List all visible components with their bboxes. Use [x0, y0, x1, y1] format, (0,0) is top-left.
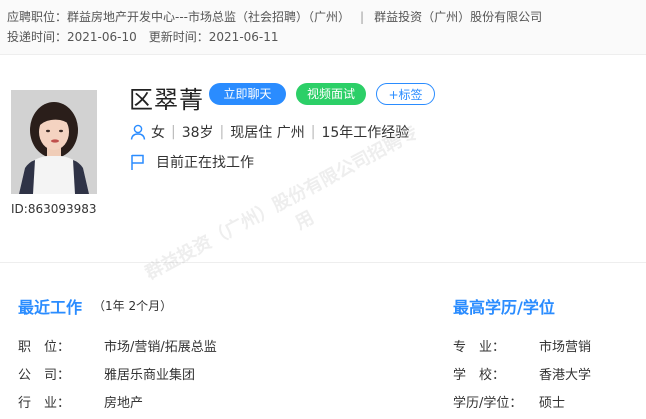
divider: |	[219, 124, 225, 140]
work-position-label: 职 位：	[18, 340, 71, 355]
edu-school-value: 香港大学	[539, 368, 592, 383]
edu-school-label: 学 校：	[453, 368, 506, 383]
delivered-label: 投递时间：	[7, 30, 68, 44]
education-title: 最高学历/学位	[453, 298, 555, 317]
job-status: 目前正在找工作	[129, 152, 254, 172]
updated-value: 2021-06-11	[208, 30, 279, 44]
residence: 现居住 广州	[230, 125, 305, 141]
delivered-value: 2021-06-10	[67, 30, 137, 44]
work-position-value: 市场/营销/拓展总监	[104, 340, 217, 355]
divider-line	[0, 262, 646, 263]
work-industry-value: 房地产	[104, 396, 144, 411]
edu-major-label: 专 业：	[453, 340, 506, 355]
status-text: 目前正在找工作	[156, 155, 254, 171]
time-line: 投递时间：2021-06-10 更新时间：2021-06-11	[7, 28, 279, 45]
work-company-label: 公 司：	[18, 368, 71, 383]
avatar-photo	[11, 90, 97, 194]
basic-info: 女 | 38岁 | 现居住 广州 | 15年工作经验	[129, 122, 409, 142]
divider: |	[171, 124, 176, 140]
recent-work-title: 最近工作	[18, 298, 83, 317]
candidate-id: ID:863093983	[11, 202, 97, 216]
separator: |	[360, 10, 365, 24]
divider: |	[310, 124, 316, 140]
edu-degree-value: 硕士	[539, 396, 566, 411]
recent-work-duration: （1年 2个月）	[93, 299, 173, 313]
updated-label: 更新时间：	[148, 30, 209, 44]
work-company-value: 雅居乐商业集团	[104, 368, 196, 383]
experience: 15年工作经验	[321, 125, 410, 141]
avatar	[11, 90, 97, 194]
work-industry-label: 行 业：	[18, 396, 71, 411]
watermark: 用	[291, 207, 318, 235]
candidate-name: 区翠菁	[129, 86, 204, 114]
application-info-bar: 应聘职位：群益房地产开发中心---市场总监（社会招聘）（广州） | 群益投资（广州）…	[0, 0, 646, 55]
age: 38岁	[181, 125, 214, 141]
add-tag-button[interactable]: +标签	[376, 83, 435, 105]
position-label: 应聘职位：	[7, 10, 68, 24]
position-value: 群益房地产开发中心---市场总监（社会招聘）（广州）	[67, 10, 351, 24]
flag-icon	[129, 153, 147, 171]
person-icon	[129, 123, 147, 141]
company-name: 群益投资（广州）股份有限公司	[374, 10, 543, 24]
video-interview-button[interactable]: 视频面试	[296, 83, 366, 105]
gender: 女	[151, 125, 165, 141]
edu-major-value: 市场营销	[539, 340, 592, 355]
edu-degree-label: 学历/学位：	[453, 396, 523, 411]
watermark: 群益投资（广州）股份有限公司招聘专	[141, 121, 422, 285]
chat-now-button[interactable]: 立即聊天	[209, 83, 286, 105]
application-line: 应聘职位：群益房地产开发中心---市场总监（社会招聘）（广州） | 群益投资（广州）…	[7, 8, 542, 25]
